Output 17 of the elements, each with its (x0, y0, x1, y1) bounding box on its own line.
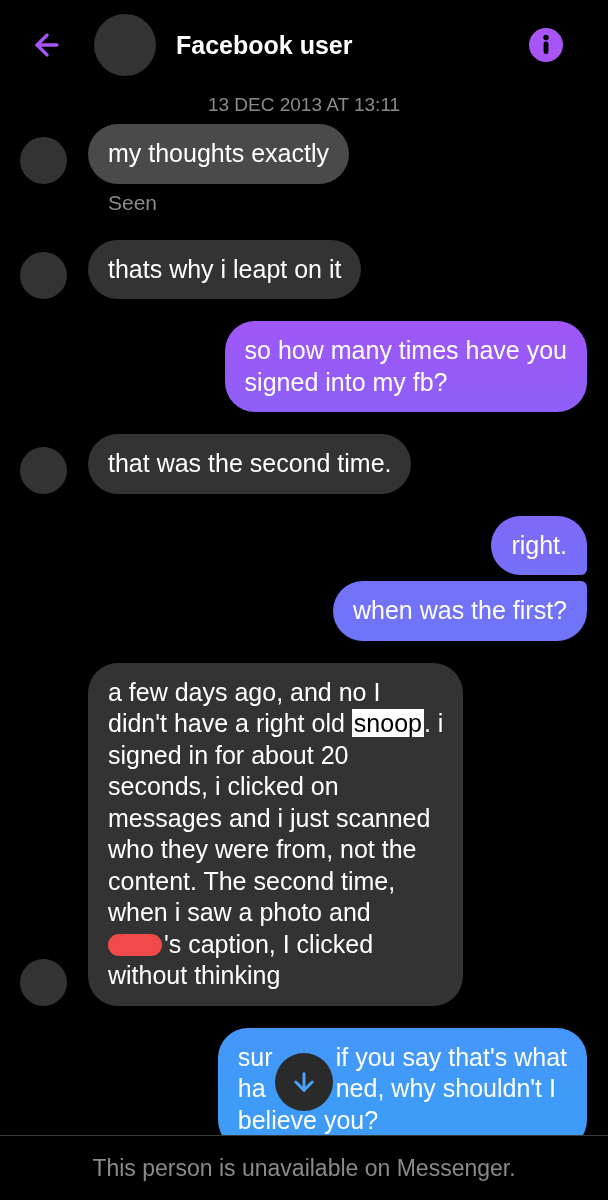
message-bubble: that was the second time. (88, 434, 412, 494)
message-bubble: a few days ago, and no I didn't have a right old snoop. i signed in for about 20 seconds, i clicked on messages and i just scanned who they were from, not the content. The second time, when i saw a photo and 's caption, I clicked without thinking (88, 662, 464, 1006)
unavailable-notice: This person is unavailable on Messenger. (92, 1153, 516, 1183)
avatar-placeholder (20, 446, 67, 494)
message-bubble: thats why i leapt on it (88, 239, 362, 299)
seen-status: Seen (108, 189, 158, 216)
message-bubble: right. (491, 515, 587, 575)
message-bubble: when was the first? (333, 581, 587, 641)
timestamp: 13 DEC 2013 AT 13:11 (207, 94, 401, 116)
info-icon[interactable] (529, 28, 563, 62)
contact-name: Facebook user (176, 30, 353, 60)
avatar-placeholder (20, 136, 67, 184)
message-bubble: sur if you say that's what ha ned, why shouldn't I believe you? (217, 1027, 587, 1135)
avatar-placeholder (20, 252, 67, 299)
message-bubble: so how many times have you signed into my fb? (224, 321, 587, 412)
avatar-placeholder (20, 958, 67, 1006)
message-bubble: my thoughts exactly (88, 124, 349, 184)
